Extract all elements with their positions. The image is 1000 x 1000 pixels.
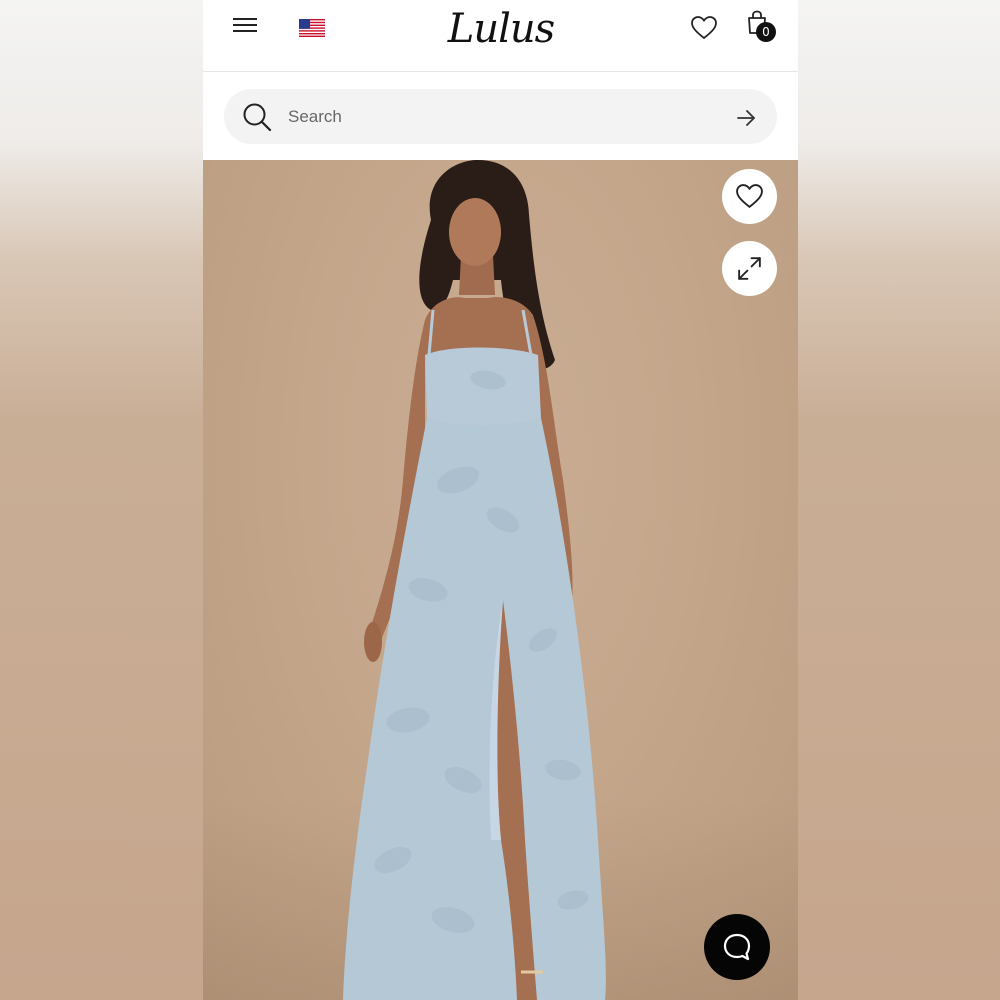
heart-outline-icon	[736, 184, 763, 208]
search-bar-area	[203, 72, 798, 160]
cart-count-badge: 0	[756, 22, 776, 42]
arrow-right-icon[interactable]	[735, 107, 757, 129]
expand-arrows-icon	[738, 257, 761, 280]
chat-bubble-icon	[723, 933, 751, 961]
brand-logo[interactable]: Lulus	[447, 6, 555, 52]
cart-button[interactable]: 0	[744, 10, 778, 44]
search-box	[224, 89, 777, 144]
mobile-viewport: Lulus 0	[203, 0, 798, 1000]
product-image[interactable]	[203, 160, 798, 1000]
model-in-dress-illustration	[343, 160, 606, 1000]
chat-button[interactable]	[704, 914, 770, 980]
favorite-button[interactable]	[722, 169, 777, 224]
us-flag-icon[interactable]	[299, 19, 325, 37]
backdrop-right	[798, 0, 1000, 1000]
expand-image-button[interactable]	[722, 241, 777, 296]
hamburger-menu-icon[interactable]	[231, 14, 261, 40]
magnifier-icon	[243, 103, 272, 132]
search-input[interactable]	[288, 99, 708, 135]
site-header: Lulus 0	[203, 0, 798, 72]
backdrop-left	[0, 0, 203, 1000]
heart-outline-icon[interactable]	[690, 14, 718, 42]
